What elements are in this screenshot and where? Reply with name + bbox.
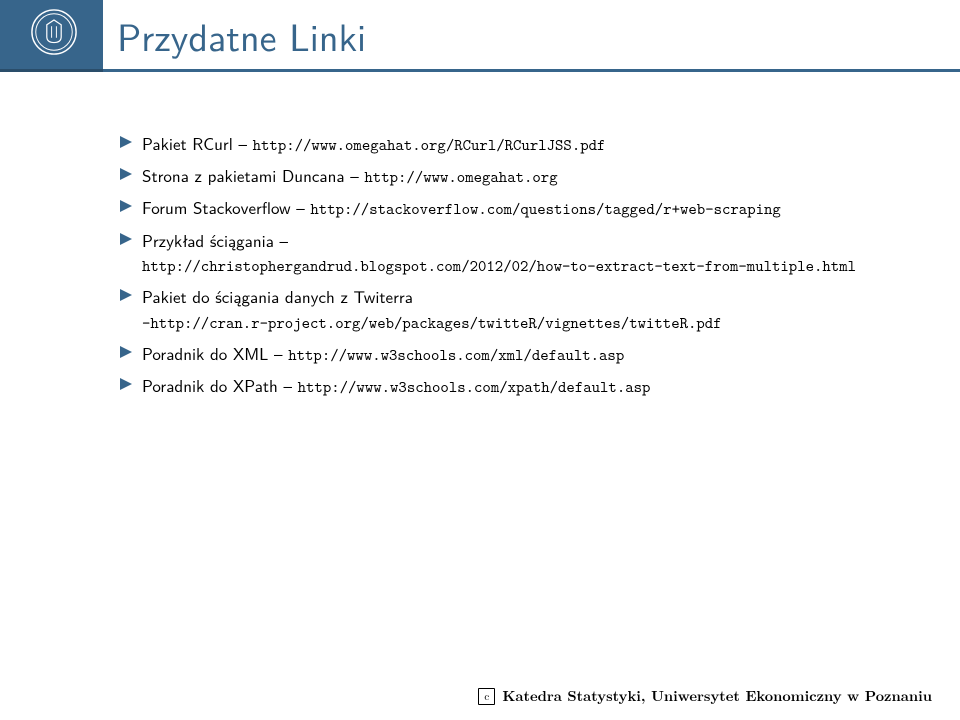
list-item: Poradnik do XPath – http://www.w3schools… (120, 374, 912, 399)
slide-footer: c Katedra Statystyki, Uniwersytet Ekonom… (478, 686, 932, 706)
item-label: Poradnik do XPath – (142, 373, 298, 398)
slide-header: Przydatne Linki (0, 0, 960, 72)
item-url: http://www.omegahat.org (364, 167, 557, 188)
item-label: Pakiet RCurl – (142, 131, 253, 156)
list-item: Forum Stackoverflow – http://stackoverfl… (120, 196, 912, 221)
item-label: Forum Stackoverflow – (142, 195, 310, 220)
content-area: Pakiet RCurl – http://www.omegahat.org/R… (0, 72, 960, 400)
list-item: Pakiet RCurl – http://www.omegahat.org/R… (120, 132, 912, 157)
item-url: http://christophergandrud.blogspot.com/2… (142, 255, 912, 278)
header-title-wrap: Przydatne Linki (103, 0, 960, 72)
triangle-bullet-icon (120, 200, 132, 212)
university-logo-icon (30, 8, 78, 56)
list-item: Strona z pakietami Duncana – http://www.… (120, 164, 912, 189)
triangle-bullet-icon (120, 233, 132, 245)
item-url: –http://cran.r-project.org/web/packages/… (142, 312, 912, 335)
copyright-icon: c (478, 688, 495, 705)
item-text: Poradnik do XML – http://www.w3schools.c… (142, 342, 912, 367)
list-item: Przykład ściągania – http://christopherg… (120, 229, 912, 279)
triangle-bullet-icon (120, 289, 132, 301)
slide-title: Przydatne Linki (117, 7, 366, 63)
item-text: Strona z pakietami Duncana – http://www.… (142, 164, 912, 189)
list-item: Poradnik do XML – http://www.w3schools.c… (120, 342, 912, 367)
item-text: Forum Stackoverflow – http://stackoverfl… (142, 196, 912, 221)
triangle-bullet-icon (120, 168, 132, 180)
item-label: Pakiet do ściągania danych z Twiterra (142, 284, 413, 309)
list-item: Pakiet do ściągania danych z Twiterra –h… (120, 285, 912, 335)
item-url: http://www.w3schools.com/xpath/default.a… (298, 377, 651, 398)
item-label: Przykład ściągania – (142, 228, 288, 253)
item-url: http://www.omegahat.org/RCurl/RCurlJSS.p… (253, 135, 606, 156)
item-text: Pakiet RCurl – http://www.omegahat.org/R… (142, 132, 912, 157)
item-text: Przykład ściągania – http://christopherg… (142, 229, 912, 279)
footer-text: Katedra Statystyki, Uniwersytet Ekonomic… (502, 686, 932, 706)
triangle-bullet-icon (120, 346, 132, 358)
item-text: Pakiet do ściągania danych z Twiterra –h… (142, 285, 912, 335)
item-text: Poradnik do XPath – http://www.w3schools… (142, 374, 912, 399)
triangle-bullet-icon (120, 378, 132, 390)
item-label: Strona z pakietami Duncana – (142, 163, 364, 188)
item-label: Poradnik do XML – (142, 341, 288, 366)
item-url: http://www.w3schools.com/xml/default.asp (288, 345, 624, 366)
triangle-bullet-icon (120, 136, 132, 148)
header-left-block (0, 0, 103, 72)
item-url: http://stackoverflow.com/questions/tagge… (310, 199, 780, 220)
